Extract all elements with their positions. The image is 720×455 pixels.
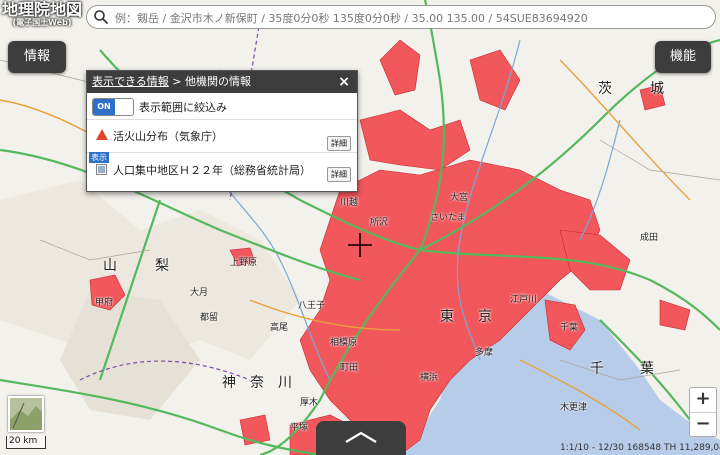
zoom-out-button[interactable]: −	[690, 413, 716, 437]
search-box	[86, 5, 716, 29]
place-label: 川越	[340, 198, 359, 208]
layer-thumbnail-icon	[10, 402, 42, 430]
place-label: 大月	[190, 288, 209, 298]
toggle-on-label: ON	[93, 99, 115, 115]
info-button[interactable]: 情報	[8, 41, 66, 73]
place-label: さいたま	[430, 213, 466, 223]
coordinate-readout: 1:1/10 - 12/30 168548 TH 11,289,047	[560, 443, 720, 453]
panel-header: 表示できる情報 > 他機関の情報 ×	[87, 71, 357, 93]
region-label: 梨	[155, 258, 169, 274]
filter-row: ON 表示範囲に絞込み	[87, 93, 357, 120]
region-label: 東	[440, 309, 454, 325]
region-label: 神	[222, 375, 236, 391]
map-canvas[interactable]	[0, 0, 720, 455]
place-label: 町田	[340, 363, 359, 373]
volcano-triangle-icon	[96, 129, 108, 140]
info-panel: 表示できる情報 > 他機関の情報 × ON 表示範囲に絞込み 活火山分布（気象庁…	[86, 70, 358, 192]
place-label: 相模原	[330, 338, 358, 348]
region-label: 山	[103, 258, 117, 274]
close-icon[interactable]: ×	[338, 71, 350, 93]
region-label: 茨	[598, 81, 612, 97]
features-button[interactable]: 機能	[655, 41, 711, 73]
layer-square-icon	[96, 164, 107, 175]
place-label: 平塚	[290, 423, 309, 433]
breadcrumb-separator: >	[168, 75, 185, 88]
detail-button[interactable]: 詳細	[327, 136, 351, 151]
region-label: 千	[590, 361, 604, 377]
place-label: 甲府	[95, 298, 114, 308]
place-label: 多摩	[475, 348, 494, 358]
detail-button[interactable]: 詳細	[327, 167, 351, 182]
scale-bar: 20 km	[6, 436, 46, 449]
logo-subtitle: (電子国土Web)	[12, 18, 72, 27]
place-label: 八王子	[298, 301, 326, 311]
filter-toggle[interactable]: ON	[92, 98, 134, 116]
place-label: 横浜	[420, 373, 439, 383]
app-logo[interactable]: 地理院地図 (電子国土Web)	[2, 2, 82, 34]
place-label: 木更津	[560, 403, 588, 413]
place-label: 高尾	[270, 323, 289, 333]
place-label: 江戸川	[510, 295, 538, 305]
zoom-control: + −	[689, 387, 717, 437]
breadcrumb-current: 他機関の情報	[185, 75, 251, 88]
search-icon[interactable]	[93, 9, 109, 25]
layer-item-did[interactable]: 表示 人口集中地区Ｈ２２年（総務省統計局） 詳細	[87, 152, 357, 183]
region-label: 葉	[640, 361, 654, 377]
logo-title: 地理院地図	[2, 0, 83, 19]
place-label: 都留	[200, 313, 219, 323]
layer-label: 活火山分布（気象庁）	[113, 130, 223, 143]
place-label: 厚木	[300, 398, 319, 408]
layer-item-volcano[interactable]: 活火山分布（気象庁） 詳細	[87, 120, 357, 153]
region-label: 京	[478, 309, 492, 325]
top-bar: 地理院地図 (電子国土Web)	[0, 0, 720, 36]
basemap-toggle-button[interactable]	[8, 396, 44, 432]
bottom-panel-handle[interactable]	[316, 421, 406, 455]
place-label: 大宮	[450, 193, 469, 203]
layer-label: 人口集中地区Ｈ２２年（総務省統計局）	[113, 164, 311, 177]
place-label: 所沢	[370, 218, 389, 228]
place-label: 千葉	[560, 323, 579, 333]
zoom-in-button[interactable]: +	[690, 388, 716, 413]
chevron-up-icon	[345, 431, 377, 443]
breadcrumb-link[interactable]: 表示できる情報	[92, 75, 169, 88]
region-label: 川	[278, 375, 292, 391]
visible-badge: 表示	[89, 152, 109, 163]
search-input[interactable]	[113, 8, 712, 28]
region-label: 奈	[250, 375, 264, 391]
place-label: 成田	[640, 233, 659, 243]
place-label: 上野原	[230, 258, 258, 268]
region-label: 城	[650, 81, 664, 97]
filter-label: 表示範囲に絞込み	[139, 101, 227, 114]
